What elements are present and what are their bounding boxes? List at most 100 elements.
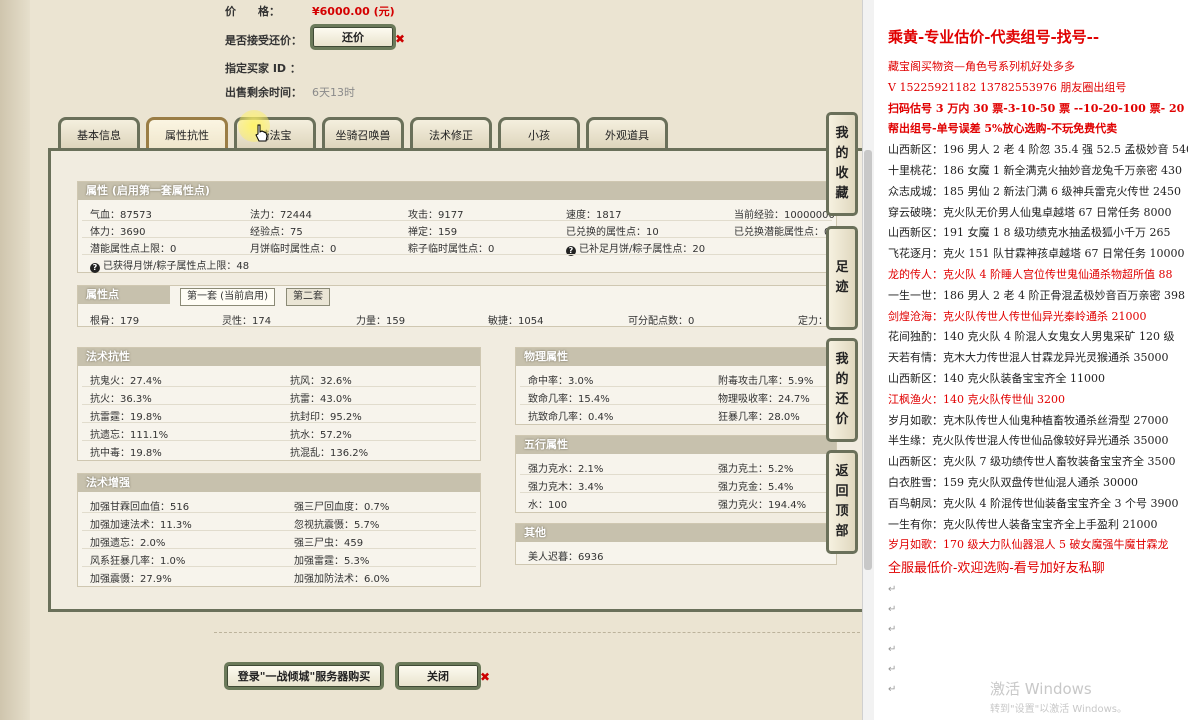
point-constitution: 根骨：179 [90, 316, 140, 327]
physical-left-2: 抗致命几率：0.4% [528, 412, 614, 423]
paragraph-mark-icon: ↵ [888, 604, 897, 615]
physical-section-title: 物理属性 [516, 348, 836, 366]
resist-left-0: 抗鬼火：27.4% [90, 376, 162, 387]
resist-left-4: 抗中毒：19.8% [90, 448, 162, 459]
tab-mount-summon[interactable]: 坐骑召唤兽 [322, 117, 404, 149]
resist-right-1: 抗雷：43.0% [290, 394, 352, 405]
attributes-section: 属性 (启用第一套属性点) 气血：87573 法力：72444 攻击：9177 … [77, 181, 837, 273]
hand-cursor-icon [255, 124, 268, 142]
doc-line: 一生一世：186 男人 2 老 4 阶正骨混孟极妙音百万亲密 398 [888, 288, 1185, 302]
close-x-icon[interactable]: ✖ [480, 670, 490, 684]
doc-line: 山西新区：克火队 7 级功绩传世人畜牧装备宝宝齐全 3500 [888, 455, 1176, 469]
physical-left-0: 命中率：3.0% [528, 376, 594, 387]
attr-points-cap-text: 已获得月饼/粽子属性点上限：48 [103, 261, 250, 272]
attributes-section-title: 属性 (启用第一套属性点) [78, 182, 836, 200]
counter-close-icon[interactable]: ✖ [395, 32, 405, 46]
side-tab-char: 收 [835, 166, 849, 181]
side-tab-char: 我 [835, 126, 849, 141]
side-tab-char: 的 [835, 146, 849, 161]
attr-points-cap: ? 已获得月饼/粽子属性点上限：48 [90, 257, 249, 273]
element-left-0: 强力克水：2.1% [528, 464, 604, 475]
tab-child[interactable]: 小孩 [498, 117, 580, 149]
divider [82, 237, 832, 238]
doc-line: 飞花逐月：克火 151 队甘霖神孩卓越塔 67 日常任务 10000 [888, 247, 1185, 261]
resist-right-0: 抗风：32.6% [290, 376, 352, 387]
side-tab-back-to-top[interactable]: 返 回 顶 部 [826, 450, 858, 554]
divider [82, 254, 832, 255]
paragraph-mark-icon: ↵ [888, 624, 897, 635]
doc-line: 江枫渔火：140 克火队传世仙 3200 [888, 392, 1065, 406]
attr-hp: 气血：87573 [90, 210, 152, 221]
divider [82, 548, 476, 549]
side-tab-favorites[interactable]: 我 的 收 藏 [826, 112, 858, 216]
five-elements-section: 五行属性 强力克水：2.1% 强力克土：5.2% 强力克木：3.4% 强力克金：… [515, 435, 837, 513]
doc-line: 扫码估号 3 万内 30 票-3-10-50 票 --10-20-100 票- … [888, 101, 1188, 115]
point-strength: 力量：159 [356, 316, 406, 327]
boost-section-title: 法术增强 [78, 474, 480, 492]
doc-line: 山西新区：191 女魔 1 8 级功绩克水抽孟极狐小千万 265 [888, 226, 1171, 240]
doc-line: 藏宝阁买物资—角色号系列机好处多多 [888, 60, 1075, 73]
points-set-2-tab[interactable]: 第二套 [286, 288, 330, 306]
doc-line: 一生有你：克火队传世人装备宝宝齐全上手盈利 21000 [888, 517, 1158, 531]
close-button[interactable]: 关闭 [395, 662, 481, 690]
points-set-1-tab[interactable]: 第一套 (当前启用) [180, 288, 275, 306]
counter-offer-button[interactable]: 还价 [310, 24, 396, 50]
resist-left-3: 抗遗忘：111.1% [90, 430, 169, 441]
divider [82, 404, 476, 405]
side-tab-history[interactable]: 足 迹 [826, 226, 858, 330]
remaining-time-label: 出售剩余时间： [225, 86, 302, 99]
tab-spell-mod[interactable]: 法术修正 [410, 117, 492, 149]
other-value: 美人迟暮：6936 [528, 552, 604, 563]
point-agility: 敏捷：1054 [488, 316, 544, 327]
paragraph-mark-icon: ↵ [888, 664, 897, 675]
side-tab-char: 足 [835, 260, 849, 275]
attr-mooncake-temp: 月饼临时属性点：0 [250, 244, 337, 255]
element-left-1: 强力克木：3.4% [528, 482, 604, 493]
attr-exp: 当前经验：10000000 [734, 210, 835, 221]
divider [82, 440, 476, 441]
doc-line: 十里桃花：186 女魔 1 新全满克火抽妙音龙兔千万亲密 430 [888, 164, 1182, 177]
element-right-2: 强力克火：194.4% [718, 500, 807, 511]
physical-right-2: 狂暴几率：28.0% [718, 412, 800, 423]
doc-line: 花间独酌：140 克火队 4 阶混人女鬼女人男鬼采矿 120 级 [888, 330, 1175, 344]
boost-left-3: 风系狂暴几率：1.0% [90, 556, 186, 567]
attr-exchanged: 已兑换的属性点：10 [566, 227, 659, 238]
point-endurance: 定力： [798, 316, 828, 327]
resist-left-1: 抗火：36.3% [90, 394, 152, 405]
tab-basic-info[interactable]: 基本信息 [58, 117, 140, 149]
side-tab-char: 藏 [835, 186, 849, 201]
side-tab-char: 回 [835, 484, 849, 499]
divider [520, 474, 832, 475]
counter-offer-label: 是否接受还价： [225, 34, 302, 47]
attributes-content: 属性 (启用第一套属性点) 气血：87573 法力：72444 攻击：9177 … [48, 148, 862, 612]
points-section-title: 属性点 [78, 286, 170, 304]
attr-zen: 禅定：159 [408, 227, 458, 238]
physical-section: 物理属性 命中率：3.0% 附毒攻击几率：5.9% 致命几率：15.4% 物理吸… [515, 347, 837, 425]
side-tab-char: 顶 [835, 504, 849, 519]
tab-appearance[interactable]: 外观道具 [586, 117, 668, 149]
other-section: 其他 美人迟暮：6936 [515, 523, 837, 565]
doc-line: 穿云破晓：克火队无价男人仙鬼卓越塔 67 日常任务 8000 [888, 205, 1172, 219]
side-tab-my-offers[interactable]: 我 的 还 价 [826, 338, 858, 442]
tab-attributes[interactable]: 属性抗性 [146, 117, 228, 149]
scrollbar-thumb[interactable] [864, 150, 872, 570]
physical-right-0: 附毒攻击几率：5.9% [718, 376, 814, 387]
login-buy-button[interactable]: 登录"一战倾城"服务器购买 [224, 662, 384, 690]
divider [520, 386, 832, 387]
attr-stamina: 体力：3690 [90, 227, 146, 238]
doc-line: 龙的传人：克火队 4 阶睡人宫位传世鬼仙通杀物超所值 88 [888, 268, 1173, 281]
element-right-1: 强力克金：5.4% [718, 482, 794, 493]
help-icon[interactable]: ? [90, 263, 100, 273]
attr-speed: 速度：1817 [566, 210, 622, 221]
attr-exchanged-potential: 已兑换潜能属性点：0 [734, 227, 831, 238]
bottom-divider [214, 632, 860, 633]
resist-right-4: 抗混乱：136.2% [290, 448, 369, 459]
doc-line: 剑煌沧海：克火队传世人传世仙异光秦岭通杀 21000 [888, 309, 1147, 323]
resist-section: 法术抗性 抗鬼火：27.4% 抗风：32.6% 抗火：36.3% 抗雷：43.0… [77, 347, 481, 461]
doc-title: 乘黄-专业估价-代卖组号-找号-- [888, 28, 1100, 46]
doc-line: 山西新区：196 男人 2 老 4 阶忽 35.4 强 52.5 孟极妙音 54… [888, 143, 1188, 157]
side-tab-char: 部 [835, 524, 849, 539]
side-tab-char: 的 [835, 372, 849, 387]
game-trade-panel: 价 格： ¥6000.00 (元) 是否接受还价： 还价 ✖ 指定买家 ID ：… [0, 0, 862, 720]
side-tab-char: 还 [835, 392, 849, 407]
